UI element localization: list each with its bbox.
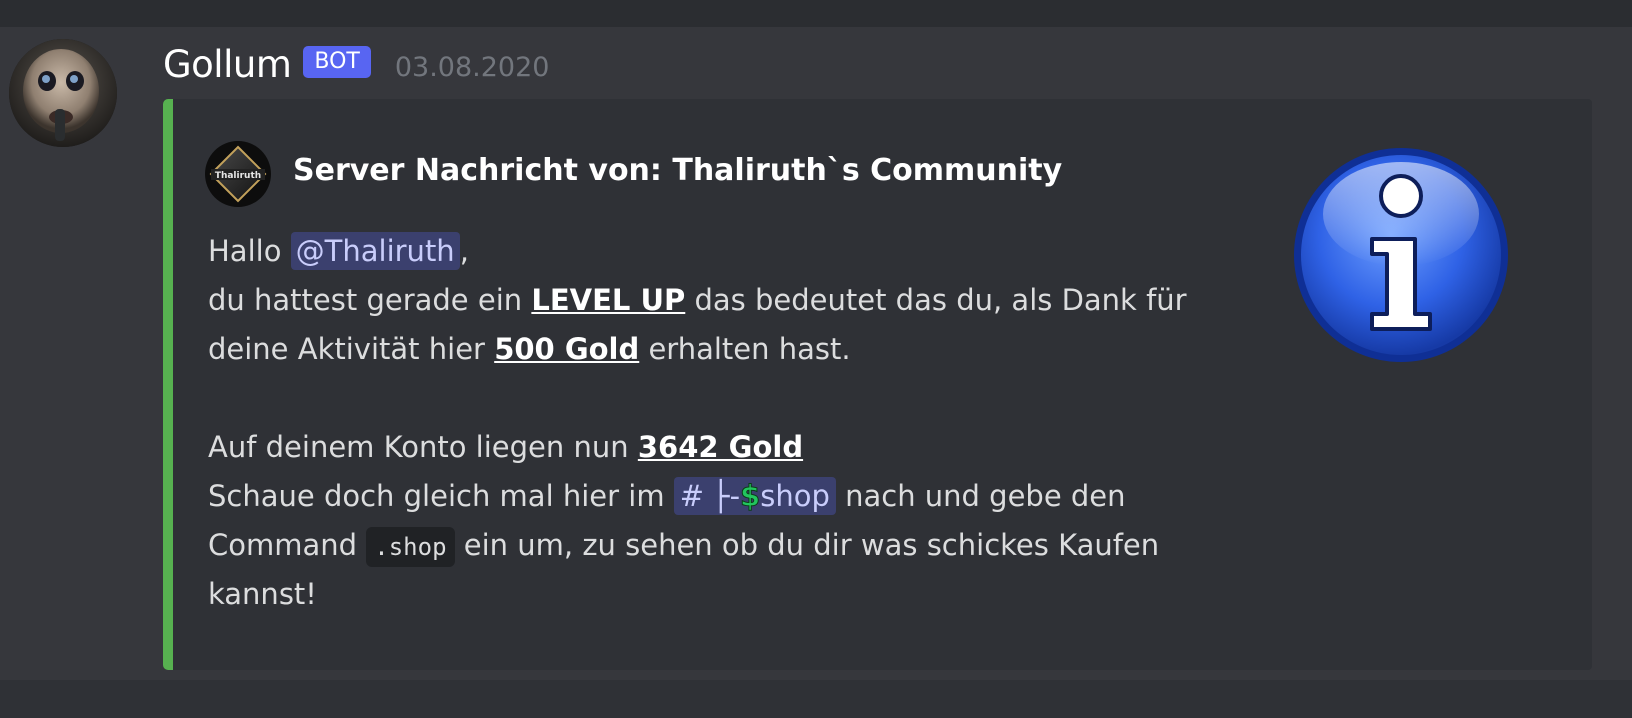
description-line: Command .shop ein um, zu sehen ob du dir… — [208, 521, 1248, 570]
inline-code: .shop — [366, 527, 455, 567]
description-line: Auf deinem Konto liegen nun 3642 Gold — [208, 423, 1248, 472]
embed-accent-bar — [163, 99, 173, 670]
description-line: deine Aktivität hier 500 Gold erhalten h… — [208, 325, 1248, 374]
hash-icon: # — [679, 479, 705, 513]
text: das bedeutet das du, als Dank für — [685, 283, 1187, 317]
description-line: Hallo @Thaliruth, — [208, 227, 1248, 276]
next-message-area — [0, 680, 1632, 718]
text: ein um, zu sehen ob du dir was schickes … — [454, 528, 1160, 562]
description-line: Schaue doch gleich mal hier im # ├-$shop … — [208, 472, 1248, 521]
text: Schaue doch gleich mal hier im — [208, 479, 674, 513]
text: Command — [208, 528, 367, 562]
text: erhalten hast. — [639, 332, 851, 366]
dollar-emoji-icon: $ — [740, 479, 761, 514]
gold-balance-text: 3642 Gold — [637, 430, 804, 464]
user-avatar[interactable] — [9, 39, 117, 147]
timestamp[interactable]: 03.08.2020 — [395, 52, 550, 83]
text: nach und gebe den — [835, 479, 1126, 513]
channel-mention[interactable]: # ├-$shop — [673, 477, 836, 515]
channel-prefix: ├- — [712, 479, 741, 513]
text: , — [459, 234, 469, 268]
message-header: Gollum BOT 03.08.2020 — [163, 38, 549, 90]
embed-author-name[interactable]: Server Nachricht von: Thaliruth`s Commun… — [293, 153, 1062, 188]
level-up-text: LEVEL UP — [531, 283, 686, 317]
description-line: du hattest gerade ein LEVEL UP das bedeu… — [208, 276, 1248, 325]
text: Auf deinem Konto liegen nun — [208, 430, 638, 464]
embed-description: Hallo @Thaliruth, du hattest gerade ein … — [208, 227, 1248, 619]
server-icon: Thaliruth — [205, 141, 271, 207]
embed-thumbnail[interactable] — [1290, 144, 1512, 366]
info-icon — [1294, 148, 1508, 362]
user-mention[interactable]: @Thaliruth — [290, 232, 460, 270]
gold-reward-text: 500 Gold — [494, 332, 640, 366]
text: deine Aktivität hier — [208, 332, 495, 366]
embed: Thaliruth Server Nachricht von: Thalirut… — [163, 99, 1592, 670]
previous-message-area — [0, 0, 1632, 27]
channel-name: shop — [760, 479, 830, 513]
username[interactable]: Gollum — [163, 43, 292, 86]
description-line: kannst! — [208, 577, 317, 611]
bot-badge: BOT — [303, 46, 371, 78]
svg-text:Thaliruth: Thaliruth — [215, 171, 261, 181]
gollum-avatar-icon — [9, 39, 117, 147]
text: du hattest gerade ein — [208, 283, 532, 317]
text: Hallo — [208, 234, 291, 268]
